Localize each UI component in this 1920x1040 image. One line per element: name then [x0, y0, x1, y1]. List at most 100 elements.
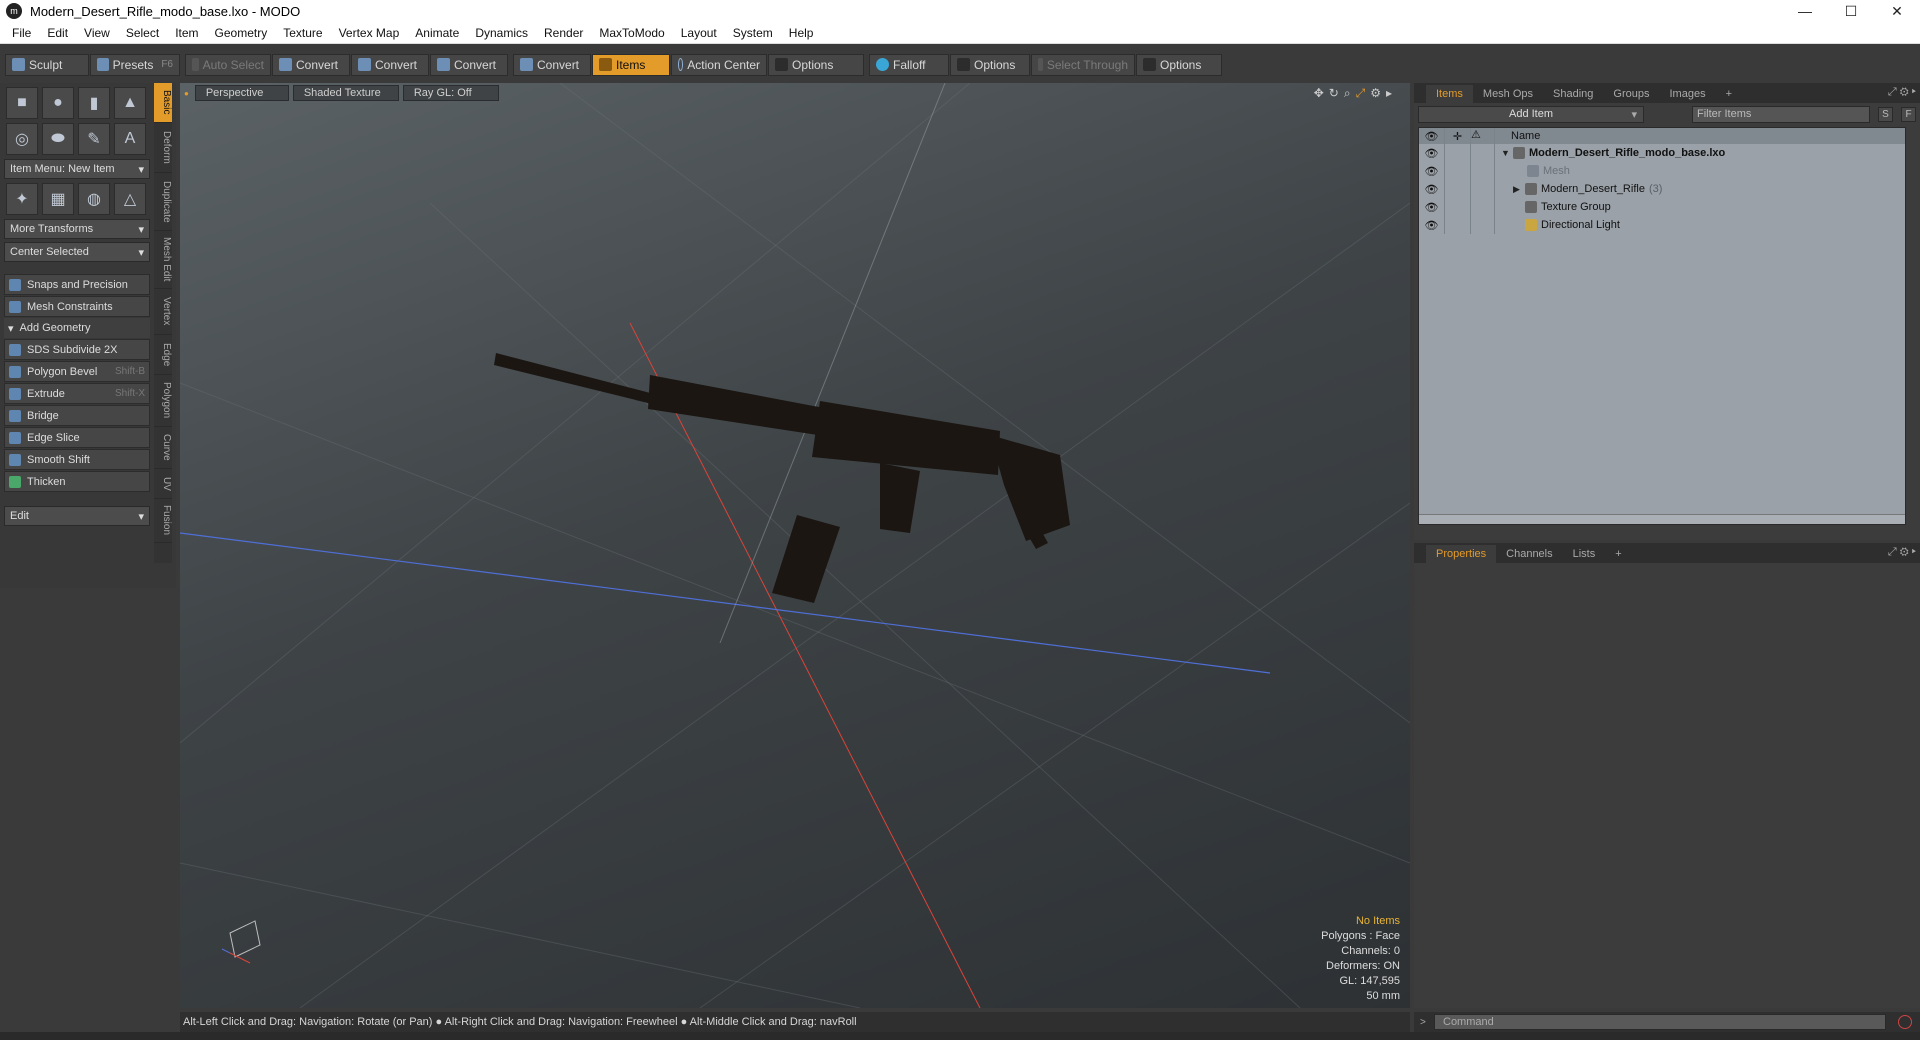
sculpt-button[interactable]: Sculpt	[5, 53, 89, 76]
shading-mode-button[interactable]: Shaded Texture	[292, 85, 399, 101]
close-button[interactable]: ✕	[1874, 0, 1920, 22]
eye-icon[interactable]: 👁	[1419, 162, 1445, 180]
type-column-icon[interactable]: ⚠	[1471, 128, 1495, 144]
menu-maxtomodo[interactable]: MaxToModo	[591, 22, 672, 44]
menu-vertex-map[interactable]: Vertex Map	[331, 22, 408, 44]
menu-texture[interactable]: Texture	[275, 22, 330, 44]
transform-icon[interactable]: ✦	[6, 183, 38, 215]
3d-viewport[interactable]: ● Perspective Shaded Texture Ray GL: Off…	[180, 83, 1410, 1008]
presets-button[interactable]: Presets F6	[90, 53, 180, 76]
cylinder-icon[interactable]: ▮	[78, 87, 110, 119]
eye-icon[interactable]: 👁	[1419, 198, 1445, 216]
torus-icon[interactable]: ◎	[6, 123, 38, 155]
thicken-button[interactable]: Thicken	[4, 471, 150, 492]
view-type-button[interactable]: Perspective	[194, 85, 289, 101]
tab-items[interactable]: Items	[1426, 85, 1473, 103]
options-button-3[interactable]: Options	[1136, 53, 1222, 76]
list-item[interactable]: 👁 Mesh	[1419, 162, 1905, 180]
expand-toggle-icon[interactable]: ▶	[1513, 184, 1525, 195]
lock-column-icon[interactable]: ✛	[1445, 128, 1471, 144]
tab-uv[interactable]: UV	[154, 469, 172, 499]
list-item[interactable]: 👁 ▼ Modern_Desert_Rifle_modo_base.lxo	[1419, 144, 1905, 162]
maximize-panel-icon[interactable]: ⤢	[1888, 86, 1897, 98]
pen-icon[interactable]: ✎	[78, 123, 110, 155]
edge-slice-button[interactable]: Edge Slice	[4, 427, 150, 448]
maximize-panel-icon[interactable]: ⤢	[1888, 546, 1897, 558]
item-menu-dropdown[interactable]: Item Menu: New Item ▾	[4, 159, 150, 179]
globe-icon[interactable]: ◍	[78, 183, 110, 215]
edit-dropdown[interactable]: Edit ▾	[4, 506, 150, 526]
cube-icon[interactable]: ■	[6, 87, 38, 119]
tab-images[interactable]: Images	[1660, 85, 1716, 103]
convert-vertices-button[interactable]: Convert	[272, 53, 350, 76]
center-selected-dropdown[interactable]: Center Selected ▾	[4, 242, 150, 262]
s-button[interactable]: S	[1878, 106, 1893, 122]
raygl-button[interactable]: Ray GL: Off	[402, 85, 499, 101]
sds-subdivide-button[interactable]: SDS Subdivide 2X	[4, 339, 150, 360]
menu-file[interactable]: File	[4, 22, 39, 44]
add-tab-button[interactable]: +	[1605, 545, 1631, 563]
menu-render[interactable]: Render	[536, 22, 591, 44]
expand-arrow-icon[interactable]: ▸	[1386, 86, 1392, 101]
menu-animate[interactable]: Animate	[407, 22, 467, 44]
tab-properties[interactable]: Properties	[1426, 545, 1497, 563]
smooth-shift-button[interactable]: Smooth Shift	[4, 449, 150, 470]
cone-icon[interactable]: ▲	[114, 87, 146, 119]
panel-menu-icon[interactable]: ▸	[1912, 86, 1916, 98]
gear-icon[interactable]: ⚙	[1370, 86, 1381, 101]
tab-deform[interactable]: Deform	[154, 123, 172, 173]
menu-help[interactable]: Help	[781, 22, 822, 44]
items-mode-button[interactable]: Items	[592, 53, 670, 76]
expand-toggle-icon[interactable]: ▼	[1501, 148, 1513, 158]
tab-basic[interactable]: Basic	[154, 83, 172, 123]
add-geometry-section[interactable]: ▾ Add Geometry	[4, 318, 150, 338]
eye-icon[interactable]: 👁	[1419, 216, 1445, 234]
menu-layout[interactable]: Layout	[673, 22, 725, 44]
convert-materials-button[interactable]: Convert	[513, 53, 591, 76]
add-tab-button[interactable]: +	[1716, 85, 1742, 103]
add-item-button[interactable]: Add Item ▾	[1418, 105, 1644, 123]
filter-items-input[interactable]: Filter Items	[1692, 105, 1870, 123]
options-button-1[interactable]: Options	[768, 53, 864, 76]
menu-dynamics[interactable]: Dynamics	[467, 22, 536, 44]
eye-icon[interactable]: 👁	[1419, 144, 1445, 162]
panel-menu-icon[interactable]: ▸	[1912, 546, 1916, 558]
minimize-button[interactable]: —	[1782, 0, 1828, 22]
tab-channels[interactable]: Channels	[1496, 545, 1562, 563]
gear-icon[interactable]: ⚙	[1900, 86, 1909, 98]
f-button[interactable]: F	[1901, 106, 1916, 122]
extrude-button[interactable]: Extrude Shift-X	[4, 383, 150, 404]
zoom-icon[interactable]: ⌕	[1344, 86, 1351, 101]
menu-item[interactable]: Item	[167, 22, 206, 44]
eye-icon[interactable]: 👁	[1419, 180, 1445, 198]
tab-shading[interactable]: Shading	[1543, 85, 1603, 103]
sphere-icon[interactable]: ●	[42, 87, 74, 119]
select-through-button[interactable]: Select Through	[1031, 53, 1135, 76]
name-column-header[interactable]: Name	[1495, 130, 1540, 142]
tab-curve[interactable]: Curve	[154, 427, 172, 469]
falloff-button[interactable]: Falloff	[869, 53, 949, 76]
snaps-precision-button[interactable]: Snaps and Precision	[4, 274, 150, 295]
action-center-button[interactable]: Action Center	[671, 53, 767, 76]
gear-icon[interactable]: ⚙	[1900, 546, 1909, 558]
mesh-constraints-button[interactable]: Mesh Constraints	[4, 296, 150, 317]
fit-icon[interactable]: ⤢	[1356, 86, 1366, 101]
list-item[interactable]: 👁 Directional Light	[1419, 216, 1905, 234]
menu-view[interactable]: View	[76, 22, 118, 44]
maximize-button[interactable]: ☐	[1828, 0, 1874, 22]
convert-polygons-button[interactable]: Convert	[430, 53, 508, 76]
tab-fusion[interactable]: Fusion	[154, 499, 172, 543]
cone-wire-icon[interactable]: △	[114, 183, 146, 215]
command-input[interactable]: Command	[1434, 1014, 1886, 1030]
menu-select[interactable]: Select	[118, 22, 167, 44]
bridge-button[interactable]: Bridge	[4, 405, 150, 426]
tab-duplicate[interactable]: Duplicate	[154, 173, 172, 231]
tab-mesh-ops[interactable]: Mesh Ops	[1473, 85, 1543, 103]
rotate-icon[interactable]: ↻	[1329, 86, 1339, 101]
more-transforms-dropdown[interactable]: More Transforms ▾	[4, 219, 150, 239]
list-item[interactable]: 👁 Texture Group	[1419, 198, 1905, 216]
polygon-bevel-button[interactable]: Polygon Bevel Shift-B	[4, 361, 150, 382]
tab-mesh-edit[interactable]: Mesh Edit	[154, 231, 172, 289]
tab-vertex[interactable]: Vertex	[154, 289, 172, 335]
tab-polygon[interactable]: Polygon	[154, 375, 172, 427]
